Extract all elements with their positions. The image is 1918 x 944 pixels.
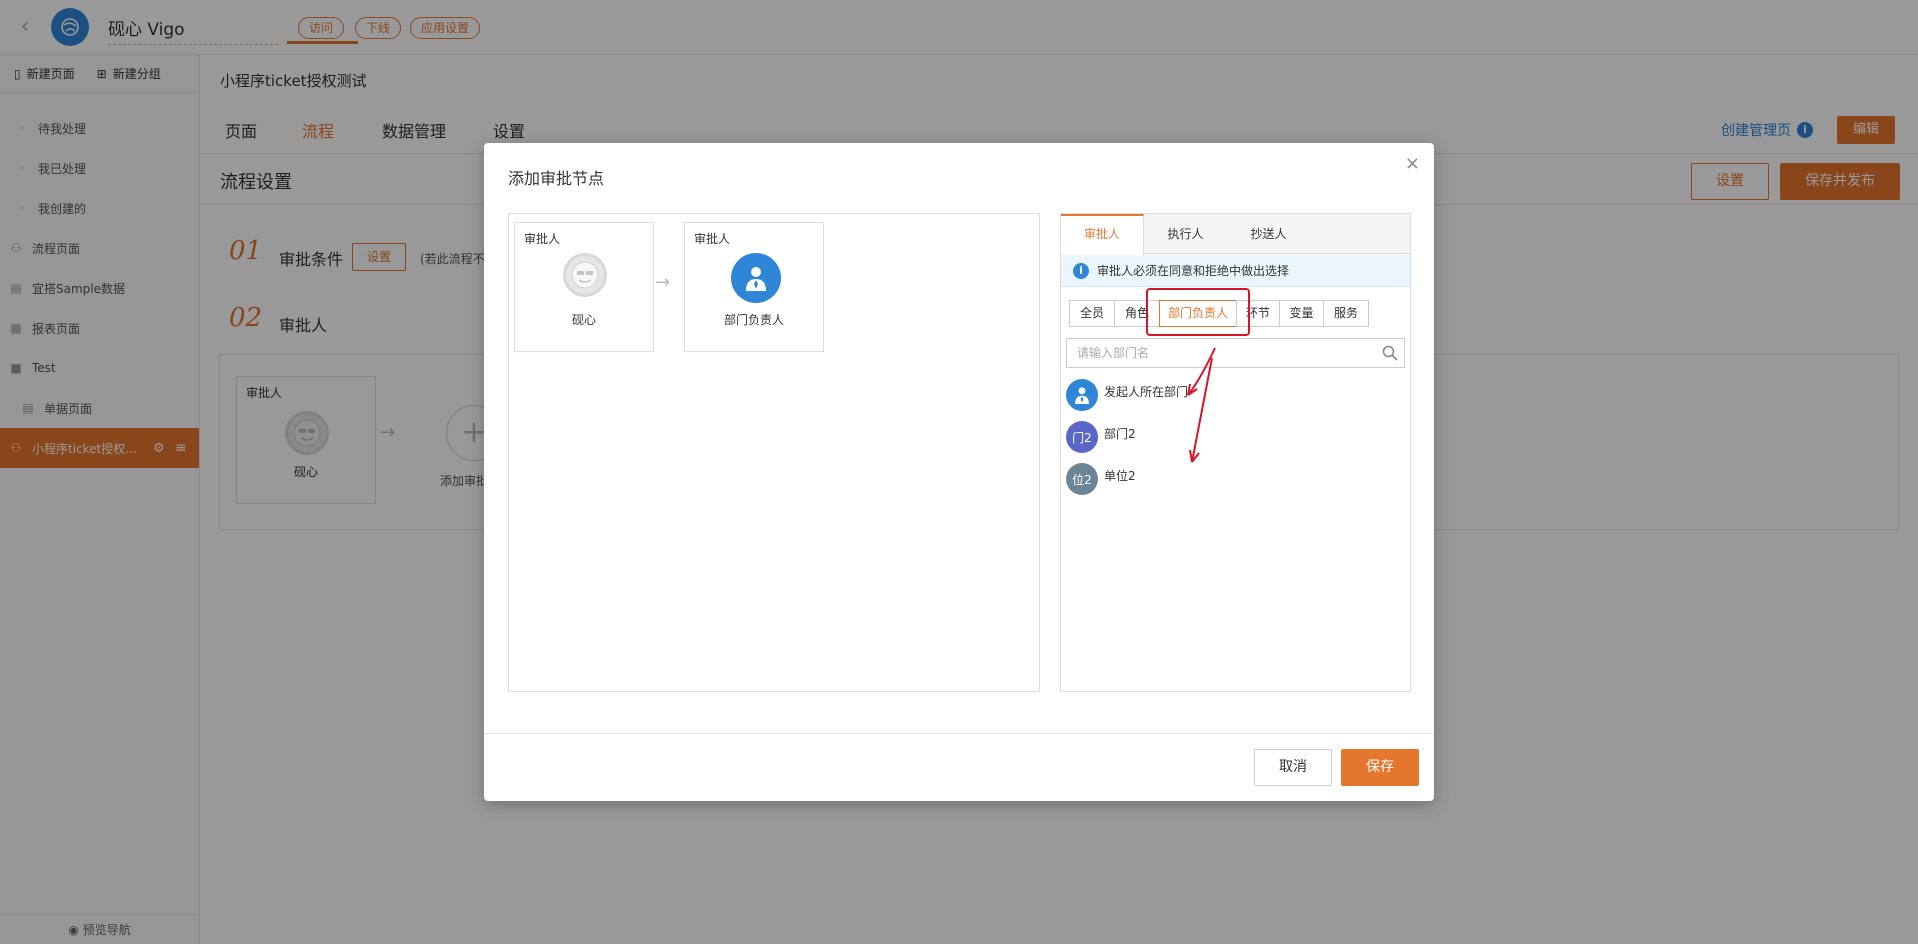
save-button[interactable]: 保存 (1341, 749, 1419, 786)
approver-type-tabs: 审批人 执行人 抄送人 (1061, 214, 1410, 255)
node-name: 部门负责人 (723, 313, 784, 327)
tab-approver[interactable]: 审批人 (1061, 214, 1144, 255)
segment-variable[interactable]: 变量 (1279, 300, 1324, 327)
search-icon[interactable] (1382, 345, 1398, 361)
dept-leader-avatar-icon (731, 253, 781, 303)
dept-option-label: 单位2 (1104, 469, 1136, 483)
dialog-footer-divider (484, 733, 1434, 734)
dept-option-unit2[interactable]: 位2 单位2 (1066, 463, 1136, 495)
approver-node-dept-leader[interactable]: 审批人 部门负责人 (684, 222, 824, 352)
cancel-button[interactable]: 取消 (1254, 749, 1332, 786)
approver-info-banner: i 审批人必须在同意和拒绝中做出选择 (1061, 255, 1410, 287)
node-name: 砚心 (571, 313, 596, 327)
segment-all[interactable]: 全员 (1069, 300, 1115, 327)
arrow-right-icon: → (655, 272, 671, 293)
dialog-title: 添加审批节点 (508, 169, 605, 188)
dept-avatar: 门2 (1066, 421, 1098, 453)
user-face-avatar-icon (563, 253, 607, 297)
tab-cc[interactable]: 抄送人 (1227, 214, 1310, 254)
dept-leader-avatar-icon (1066, 379, 1098, 411)
node-caption: 审批人 (694, 232, 731, 246)
tab-executor[interactable]: 执行人 (1144, 214, 1227, 254)
approver-node-user[interactable]: 审批人 砚心 (514, 222, 654, 352)
dept-avatar: 位2 (1066, 463, 1098, 495)
node-caption: 审批人 (524, 232, 561, 246)
info-icon: i (1073, 262, 1089, 279)
dept-search-placeholder: 请输入部门名 (1077, 346, 1150, 360)
dept-option-dept2[interactable]: 门2 部门2 (1066, 421, 1136, 453)
dept-option-label: 部门2 (1104, 427, 1136, 441)
close-icon[interactable]: × (1405, 153, 1420, 174)
node-canvas: 审批人 砚心 → 审批人 部门负责人 (508, 213, 1040, 692)
segment-service[interactable]: 服务 (1323, 300, 1369, 327)
annotation-highlight-box (1146, 288, 1250, 336)
annotation-arrows-icon (1187, 347, 1216, 463)
info-text: 审批人必须在同意和拒绝中做出选择 (1097, 264, 1290, 278)
add-approval-node-dialog: 添加审批节点 × 审批人 砚心 → 审批人 部门负责人 审批人 执行人 抄送人 … (484, 143, 1434, 801)
